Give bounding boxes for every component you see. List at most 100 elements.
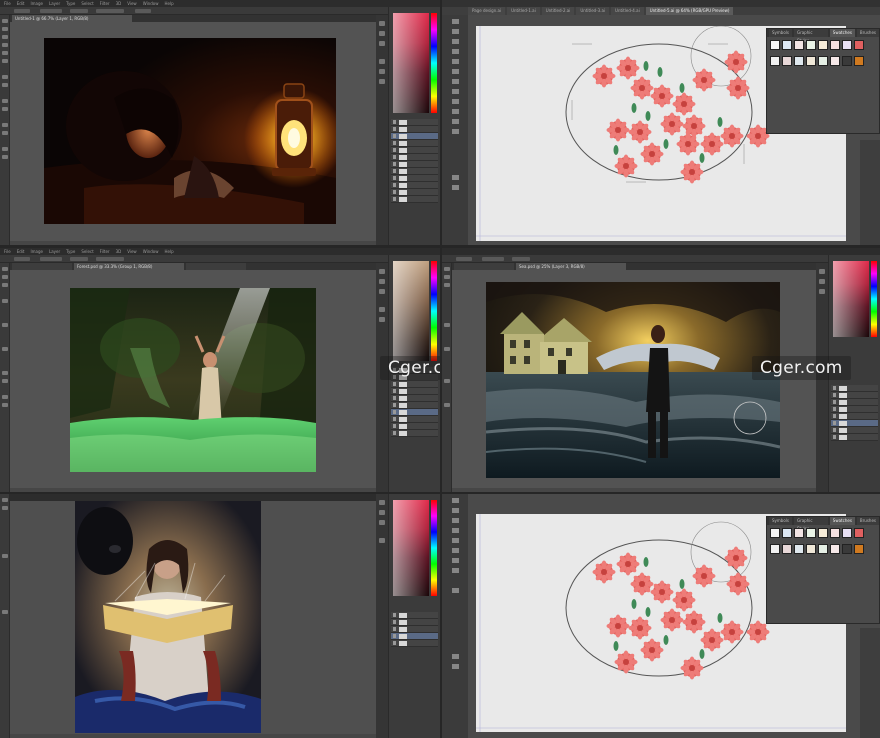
move-tool-icon[interactable]	[2, 498, 8, 502]
layers-panel[interactable]	[831, 385, 878, 490]
menu-view[interactable]: View	[127, 248, 137, 255]
hue-slider[interactable]	[431, 13, 437, 113]
menu-file[interactable]: File	[4, 248, 11, 255]
lasso-tool-icon[interactable]	[444, 283, 450, 287]
layer-row[interactable]	[391, 626, 438, 633]
document-tabs[interactable]: Sea.psd @ 25% (Layer 3, RGB/8)	[452, 263, 828, 270]
layer-row[interactable]	[391, 423, 438, 430]
swatch[interactable]	[842, 40, 852, 50]
layer-row[interactable]	[391, 168, 438, 175]
tools-panel[interactable]	[0, 263, 10, 492]
swatch-row[interactable]	[767, 37, 879, 53]
magic-wand-tool-icon[interactable]	[452, 39, 459, 44]
collapsed-panels[interactable]	[860, 628, 880, 738]
swatch-row[interactable]	[767, 525, 879, 541]
layer-row[interactable]	[391, 619, 438, 626]
panel-tabs[interactable]: Symbols Graphic Styles Swatches Brushes	[767, 517, 879, 531]
layer-row[interactable]	[391, 189, 438, 196]
swatch[interactable]	[806, 528, 816, 538]
brush-tool-icon[interactable]	[444, 323, 450, 327]
swatch[interactable]	[794, 528, 804, 538]
type-tool-icon[interactable]	[452, 59, 459, 64]
tab-graphic-styles[interactable]: Graphic Styles	[793, 517, 828, 531]
layer-row[interactable]	[831, 434, 878, 441]
tools-panel[interactable]	[0, 494, 10, 738]
layer-row[interactable]	[391, 175, 438, 182]
menu-image[interactable]: Image	[30, 0, 43, 7]
menu-window[interactable]: Window	[143, 0, 159, 7]
layers-panel[interactable]	[391, 612, 438, 736]
tab-brushes[interactable]: Brushes	[856, 29, 879, 37]
eyedropper-tool-icon[interactable]	[2, 59, 8, 63]
lasso-tool-icon[interactable]	[2, 283, 8, 287]
swatch[interactable]	[830, 528, 840, 538]
rotate-tool-icon[interactable]	[452, 588, 459, 593]
right-panels[interactable]	[388, 7, 440, 245]
brush-tool-icon[interactable]	[2, 323, 8, 327]
menu-help[interactable]: Help	[164, 0, 173, 7]
quick-select-tool-icon[interactable]	[2, 43, 8, 47]
menu-bar[interactable]: File Edit Image Layer Type Select Filter…	[0, 248, 440, 255]
document-tab[interactable]: Untitled-3.ai	[576, 7, 610, 15]
options-bar[interactable]	[0, 7, 440, 15]
swatch[interactable]	[782, 40, 792, 50]
swatch[interactable]	[830, 544, 840, 554]
collapsed-panels-strip[interactable]	[376, 494, 388, 738]
layer-row[interactable]	[391, 402, 438, 409]
collapsed-panels-strip[interactable]	[376, 15, 388, 245]
swatch[interactable]	[854, 528, 864, 538]
layer-row[interactable]	[391, 196, 438, 203]
swatch-row[interactable]	[767, 53, 879, 69]
menu-edit[interactable]: Edit	[17, 248, 25, 255]
eraser-tool-icon[interactable]	[2, 99, 8, 103]
right-panels[interactable]	[388, 494, 440, 738]
gradient-tool-icon[interactable]	[2, 107, 8, 111]
layer-row[interactable]	[391, 119, 438, 126]
menu-3d[interactable]: 3D	[116, 0, 122, 7]
menu-view[interactable]: View	[127, 0, 137, 7]
zoom-tool-icon[interactable]	[452, 664, 459, 669]
layer-row[interactable]	[391, 140, 438, 147]
swatch[interactable]	[842, 544, 852, 554]
stamp-tool-icon[interactable]	[2, 83, 8, 87]
layer-row[interactable]	[831, 392, 878, 399]
zoom-tool-icon[interactable]	[2, 155, 8, 159]
layer-row[interactable]	[831, 427, 878, 434]
document-tab-active[interactable]: Untitled-5.ai @ 64% (RGB/GPU Preview)	[645, 7, 734, 15]
zoom-tool-icon[interactable]	[444, 403, 450, 407]
lasso-tool-icon[interactable]	[2, 35, 8, 39]
menu-type[interactable]: Type	[66, 0, 75, 7]
document-tab[interactable]: Untitled-2.ai	[541, 7, 575, 15]
swatch[interactable]	[854, 544, 864, 554]
layer-row[interactable]	[831, 385, 878, 392]
swatch[interactable]	[782, 544, 792, 554]
layer-row[interactable]	[391, 388, 438, 395]
layer-row[interactable]	[391, 416, 438, 423]
layers-panel[interactable]	[391, 119, 438, 243]
menu-file[interactable]: File	[4, 0, 11, 7]
options-bar[interactable]	[0, 255, 440, 263]
swatch[interactable]	[830, 56, 840, 66]
tools-panel[interactable]	[442, 15, 468, 245]
layer-row[interactable]	[391, 161, 438, 168]
swatch[interactable]	[818, 528, 828, 538]
menu-help[interactable]: Help	[164, 248, 173, 255]
layer-row-selected[interactable]	[831, 420, 878, 427]
hue-slider[interactable]	[871, 261, 877, 337]
eraser-tool-icon[interactable]	[2, 347, 8, 351]
marquee-tool-icon[interactable]	[2, 275, 8, 279]
document-tabs[interactable]: Page design.ai Untitled-1.ai Untitled-2.…	[442, 7, 880, 15]
color-picker-field[interactable]	[393, 500, 429, 596]
menu-bar[interactable]	[0, 494, 440, 501]
tools-panel[interactable]	[0, 15, 10, 245]
color-picker-field[interactable]	[393, 13, 429, 113]
menu-layer[interactable]: Layer	[49, 248, 60, 255]
document-tab[interactable]: Untitled-1 @ 66.7% (Layer 1, RGB/8)	[12, 15, 132, 22]
pen-tool-icon[interactable]	[2, 123, 8, 127]
color-picker-field[interactable]	[393, 261, 429, 361]
pen-tool-icon[interactable]	[2, 371, 8, 375]
selection-tool-icon[interactable]	[452, 19, 459, 24]
layer-row[interactable]	[391, 147, 438, 154]
brush-tool-icon[interactable]	[2, 75, 8, 79]
line-tool-icon[interactable]	[452, 548, 459, 553]
